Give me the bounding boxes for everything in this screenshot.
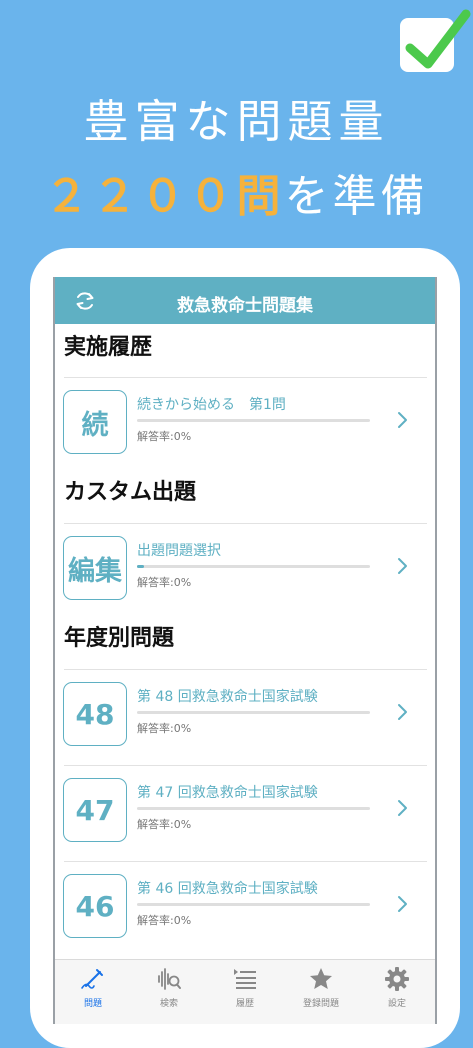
list-item-continue[interactable]: 続 続きから始める 第1問 解答率:0%: [55, 378, 435, 468]
headline-question-count: ２２００問: [44, 171, 285, 222]
row-title: 第 46 回救急救命士国家試験: [137, 881, 318, 897]
answer-rate: 解答率:0%: [137, 818, 192, 831]
navigation-bar: 救急救命士問題集: [55, 277, 435, 324]
tab-label: 登録問題: [302, 999, 339, 1009]
section-title-by-year: 年度別問題: [64, 626, 175, 651]
section-title-custom: カスタム出題: [64, 480, 197, 505]
tab-label: 設定: [387, 999, 406, 1009]
progress-bar: [137, 419, 370, 422]
app-screen: 救急救命士問題集 実施履歴 続 続きから始める 第1問 解答率:0% カスタム出…: [53, 277, 437, 1024]
tab-saved-questions[interactable]: 登録問題: [283, 966, 359, 1009]
list-item-custom[interactable]: 編集 出題問題選択 解答率:0%: [55, 524, 435, 614]
tab-questions[interactable]: 問題: [55, 966, 131, 1009]
exam-number-icon: 48: [63, 682, 127, 746]
gear-icon: [385, 967, 409, 991]
answer-rate: 解答率:0%: [137, 576, 192, 589]
tab-history[interactable]: 履歴: [207, 966, 283, 1009]
chevron-right-icon: [398, 800, 407, 816]
star-icon: [310, 968, 332, 989]
answer-rate: 解答率:0%: [137, 914, 192, 927]
answer-rate: 解答率:0%: [137, 722, 192, 735]
tab-settings[interactable]: 設定: [359, 966, 435, 1009]
progress-bar: [137, 903, 370, 906]
chevron-right-icon: [398, 896, 407, 912]
tab-label: 問題: [83, 999, 102, 1009]
continue-icon: 続: [63, 390, 127, 454]
list-item-exam-47[interactable]: 47 第 47 回救急救命士国家試験 解答率:0%: [55, 766, 435, 856]
progress-bar: [137, 711, 370, 714]
row-title: 出題問題選択: [137, 543, 221, 559]
chevron-right-icon: [398, 558, 407, 574]
headline-line1: 豊富な問題量: [83, 95, 390, 148]
chevron-right-icon: [398, 412, 407, 428]
progress-bar: [137, 807, 370, 810]
section-title-history: 実施履歴: [64, 335, 153, 360]
tab-label: 履歴: [235, 999, 254, 1009]
chevron-right-icon: [398, 704, 407, 720]
nav-title: 救急救命士問題集: [177, 296, 313, 316]
headline-line2: ２２００問を準備: [0, 160, 473, 224]
list-item-exam-46[interactable]: 46 第 46 回救急救命士国家試験 解答率:0%: [55, 862, 435, 952]
row-title: 第 47 回救急救命士国家試験: [137, 785, 318, 801]
answer-rate: 解答率:0%: [137, 430, 192, 443]
search-icon: [158, 968, 181, 990]
pencil-icon: [81, 969, 103, 989]
list-icon: [234, 969, 256, 989]
tab-search[interactable]: 検索: [131, 966, 207, 1009]
tab-label: 検索: [159, 999, 178, 1009]
exam-number-icon: 46: [63, 874, 127, 938]
edit-icon: 編集: [63, 536, 127, 600]
progress-bar: [137, 565, 370, 568]
checkmark-badge: [400, 9, 471, 72]
list-item-exam-48[interactable]: 48 第 48 回救急救命士国家試験 解答率:0%: [55, 670, 435, 760]
tab-bar: 問題 検索 履歴 登録問題 設定: [55, 959, 435, 1024]
exam-number-icon: 47: [63, 778, 127, 842]
row-title: 続きから始める 第1問: [137, 397, 286, 413]
row-title: 第 48 回救急救命士国家試験: [137, 689, 318, 705]
headline-line2-rest: を準備: [284, 171, 429, 222]
checkmark-icon: [405, 9, 471, 69]
